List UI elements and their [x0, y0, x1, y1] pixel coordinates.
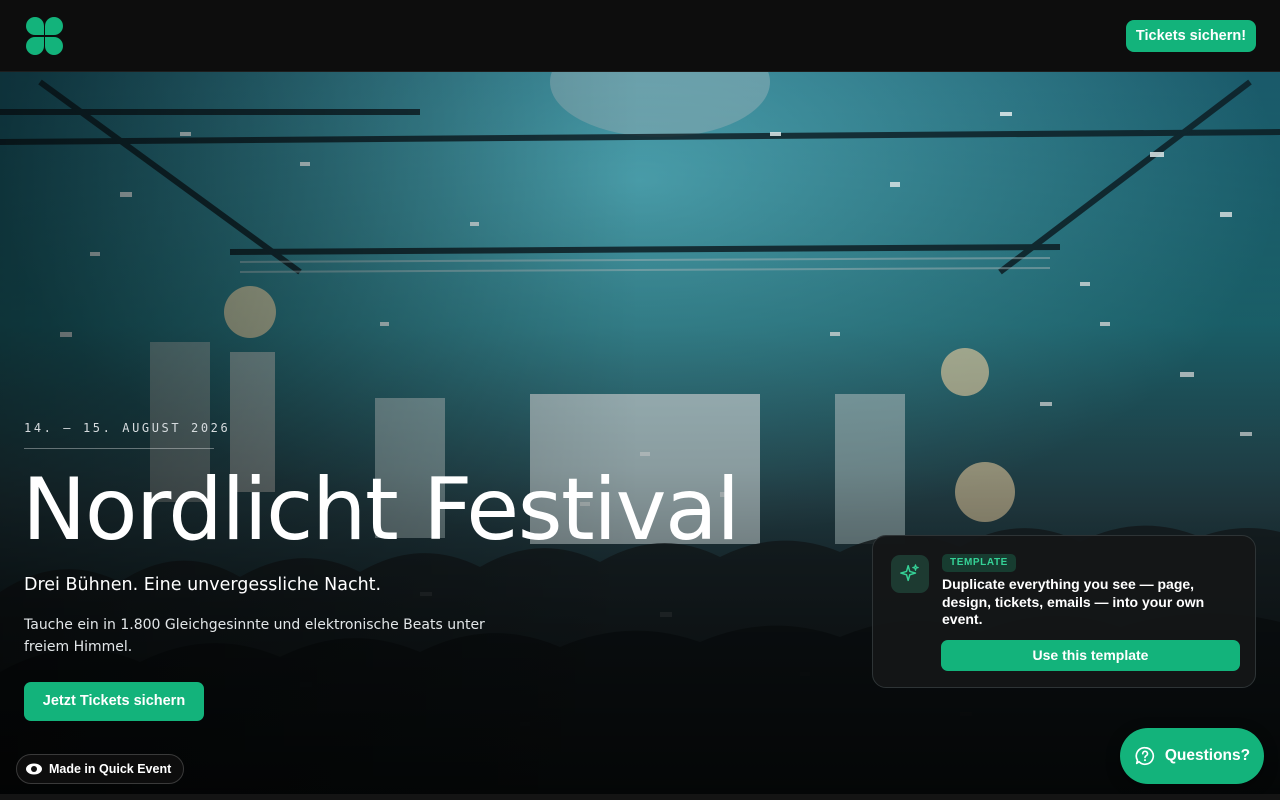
hero-subtitle: Drei Bühnen. Eine unvergessliche Nacht.: [24, 575, 382, 595]
template-badge: TEMPLATE: [942, 554, 1016, 572]
top-bar: Tickets sichern!: [0, 0, 1280, 72]
four-leaf-clover-icon[interactable]: [24, 16, 64, 56]
questions-label: Questions?: [1164, 747, 1251, 764]
hero-description: Tauche ein in 1.800 Gleichgesinnte und e…: [24, 617, 485, 655]
event-date: 14. – 15. AUGUST 2026: [24, 421, 231, 435]
sparkles-icon: [900, 564, 919, 582]
question-bubble-icon: [1135, 746, 1154, 766]
use-template-button[interactable]: Use this template: [941, 640, 1240, 671]
page-title: Nordlicht Festival: [22, 460, 740, 560]
made-in-badge[interactable]: Made in Quick Event: [16, 754, 185, 784]
card-icon-box: [891, 555, 929, 593]
template-card: TEMPLATE Duplicate everything you see — …: [872, 535, 1256, 688]
hero-tickets-button[interactable]: Jetzt Tickets sichern: [24, 682, 204, 721]
date-divider: [24, 448, 214, 449]
page-bottom-edge: [0, 794, 1280, 800]
header-tickets-button[interactable]: Tickets sichern!: [1126, 20, 1256, 52]
questions-button[interactable]: Questions?: [1120, 728, 1264, 784]
made-in-label: Made in Quick Event: [49, 762, 172, 776]
eye-icon: [26, 763, 42, 775]
template-description: Duplicate everything you see — page, des…: [942, 576, 1205, 627]
